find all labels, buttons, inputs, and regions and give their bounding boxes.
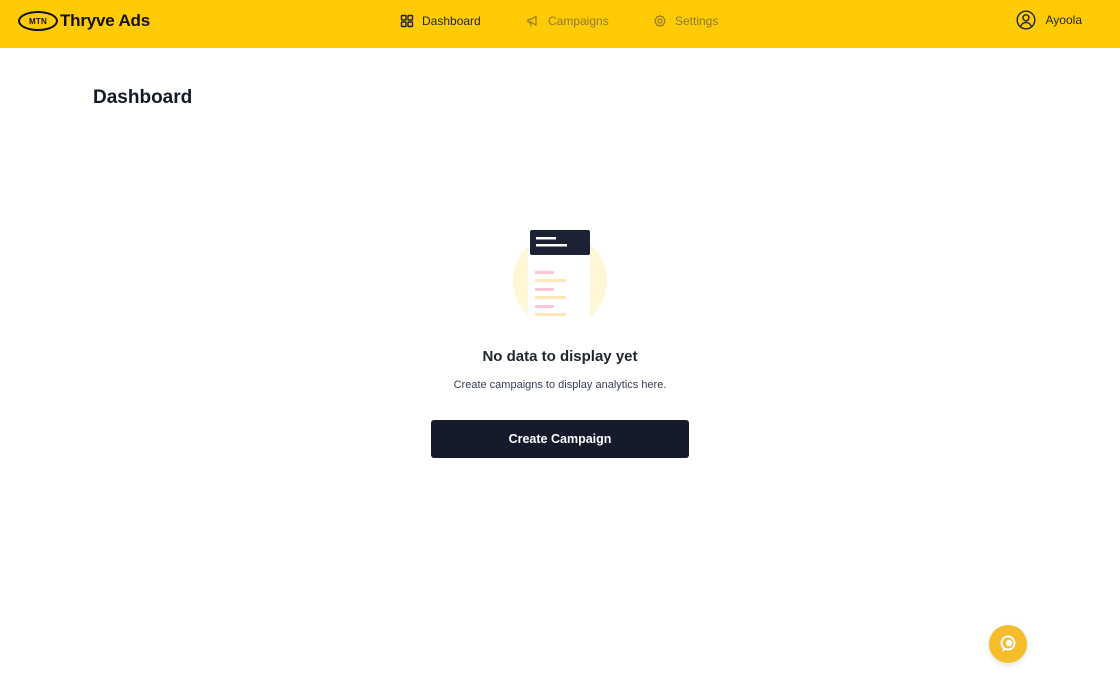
nav-settings-label: Settings (675, 14, 719, 28)
brand-name: Thryve Ads (60, 11, 150, 30)
nav-campaigns-label: Campaigns (548, 14, 609, 28)
empty-state-title: No data to display yet (482, 348, 638, 365)
chat-support-icon (1000, 635, 1016, 652)
brand-logo[interactable]: MTN Thryve Ads (18, 10, 150, 32)
nav-dashboard[interactable]: Dashboard (400, 14, 481, 28)
nav-campaigns[interactable]: Campaigns (526, 14, 609, 28)
top-navigation-bar: MTN Thryve Ads Dashboard Campaigns Setti… (0, 0, 1120, 48)
grid-icon (400, 14, 414, 28)
page-title: Dashboard (93, 87, 193, 108)
nav-settings[interactable]: Settings (653, 14, 718, 28)
megaphone-icon (527, 15, 537, 27)
user-name: Ayoola (1045, 13, 1082, 27)
user-menu[interactable]: Ayoola (1016, 10, 1082, 30)
gear-icon (654, 14, 666, 28)
mtn-logo-badge: MTN (18, 11, 58, 31)
create-campaign-button[interactable]: Create Campaign (431, 420, 689, 458)
user-circle-icon (1016, 10, 1036, 30)
support-chat-button[interactable] (989, 625, 1027, 663)
empty-state-subtitle: Create campaigns to display analytics he… (453, 379, 667, 391)
nav-dashboard-label: Dashboard (422, 14, 481, 28)
empty-report-illustration (513, 230, 607, 330)
